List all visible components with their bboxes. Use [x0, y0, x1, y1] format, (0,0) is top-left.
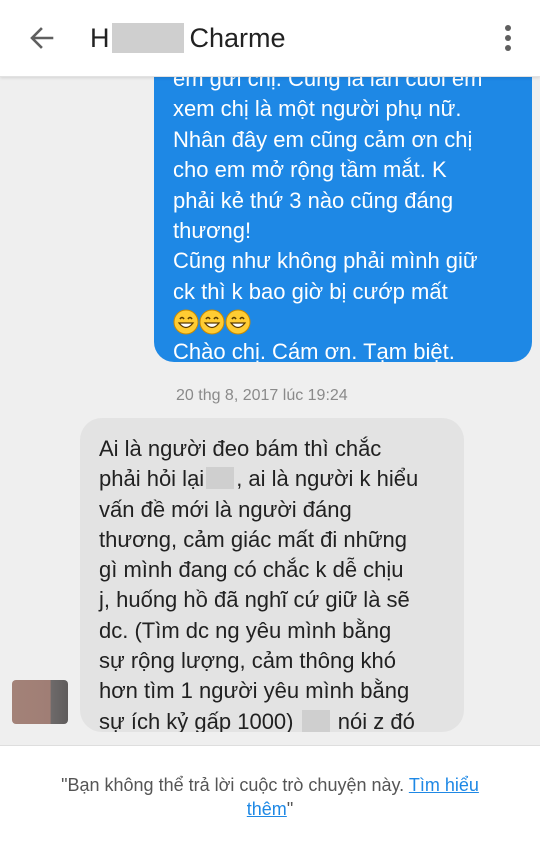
message-text: , ai là người k hiểu — [236, 466, 419, 492]
reply-disabled-notice: "Bạn không thể trả lời cuộc trò chuyện n… — [0, 745, 540, 842]
arrow-left-icon[interactable] — [26, 22, 58, 54]
message-line: dc. (Tìm dc ng yêu mình bằng — [99, 617, 392, 643]
message-line: gì mình đang có chắc k dễ chịu — [99, 557, 404, 583]
message-line: j, huống hồ đã nghĩ cứ giữ là sẽ — [99, 587, 410, 613]
message-line: phải hỏi lại , ai là người k hiểu — [99, 464, 454, 494]
learn-more-link[interactable]: thêm — [247, 799, 287, 819]
redaction-block — [206, 467, 235, 490]
message-line: Chào chị. Cám ơn. Tạm biệt. — [173, 339, 455, 362]
notice-text: " — [286, 799, 294, 819]
grinning-face-icon — [225, 309, 251, 335]
notice-text: "Bạn không thể trả lời cuộc trò chuyện n… — [61, 775, 409, 795]
grinning-face-icon — [173, 309, 199, 335]
message-line: vấn đề mới là người đáng — [99, 496, 352, 522]
sent-message-bubble[interactable]: em gửi chị. Cũng là lần cuối em xem chị … — [154, 48, 532, 362]
app-header: H Charme — [0, 0, 540, 77]
message-line: thương! — [173, 218, 252, 244]
redaction-block — [111, 23, 184, 53]
message-line: xem chị là một người phụ nữ. — [173, 96, 462, 122]
message-text: sự ích kỷ gấp 1000) — [99, 708, 294, 732]
more-vertical-icon[interactable] — [498, 20, 518, 56]
redaction-block — [301, 709, 330, 732]
conversation-title: H Charme — [90, 18, 286, 58]
message-text: phải hỏi lại — [99, 466, 205, 492]
grinning-face-icon — [199, 309, 225, 335]
message-line: phải kẻ thứ 3 nào cũng đáng — [173, 187, 454, 213]
received-message-bubble[interactable]: Ai là người đeo bám thì chắc phải hỏi lạ… — [80, 418, 464, 732]
message-line: sự rộng lượng, cảm thông khó — [99, 648, 397, 674]
message-line: Cũng như không phải mình giữ — [173, 248, 478, 274]
message-line: Nhân đây em cũng cảm ơn chị — [173, 126, 473, 152]
message-line: thương, cảm giác mất đi những — [99, 526, 408, 552]
message-line: sự ích kỷ gấp 1000) nói z đó — [99, 707, 454, 732]
contact-name-end: Charme — [189, 22, 286, 53]
message-line: Ai là người đeo bám thì chắc — [99, 436, 382, 461]
message-line: cho em mở rộng tầm mắt. K — [173, 157, 447, 183]
message-line: ck thì k bao giờ bị cướp mất — [173, 278, 448, 304]
conversation-thread[interactable]: em gửi chị. Cũng là lần cuối em xem chị … — [0, 0, 540, 745]
message-line: hơn tìm 1 người yêu mình bằng — [99, 678, 410, 704]
message-text: nói z đó — [337, 708, 415, 732]
message-timestamp: 20 thg 8, 2017 lúc 19:24 — [176, 387, 348, 404]
learn-more-link[interactable]: Tìm hiểu — [409, 775, 479, 795]
emoji-row — [173, 307, 518, 337]
contact-name-start: H — [90, 22, 110, 53]
avatar[interactable] — [12, 680, 68, 724]
